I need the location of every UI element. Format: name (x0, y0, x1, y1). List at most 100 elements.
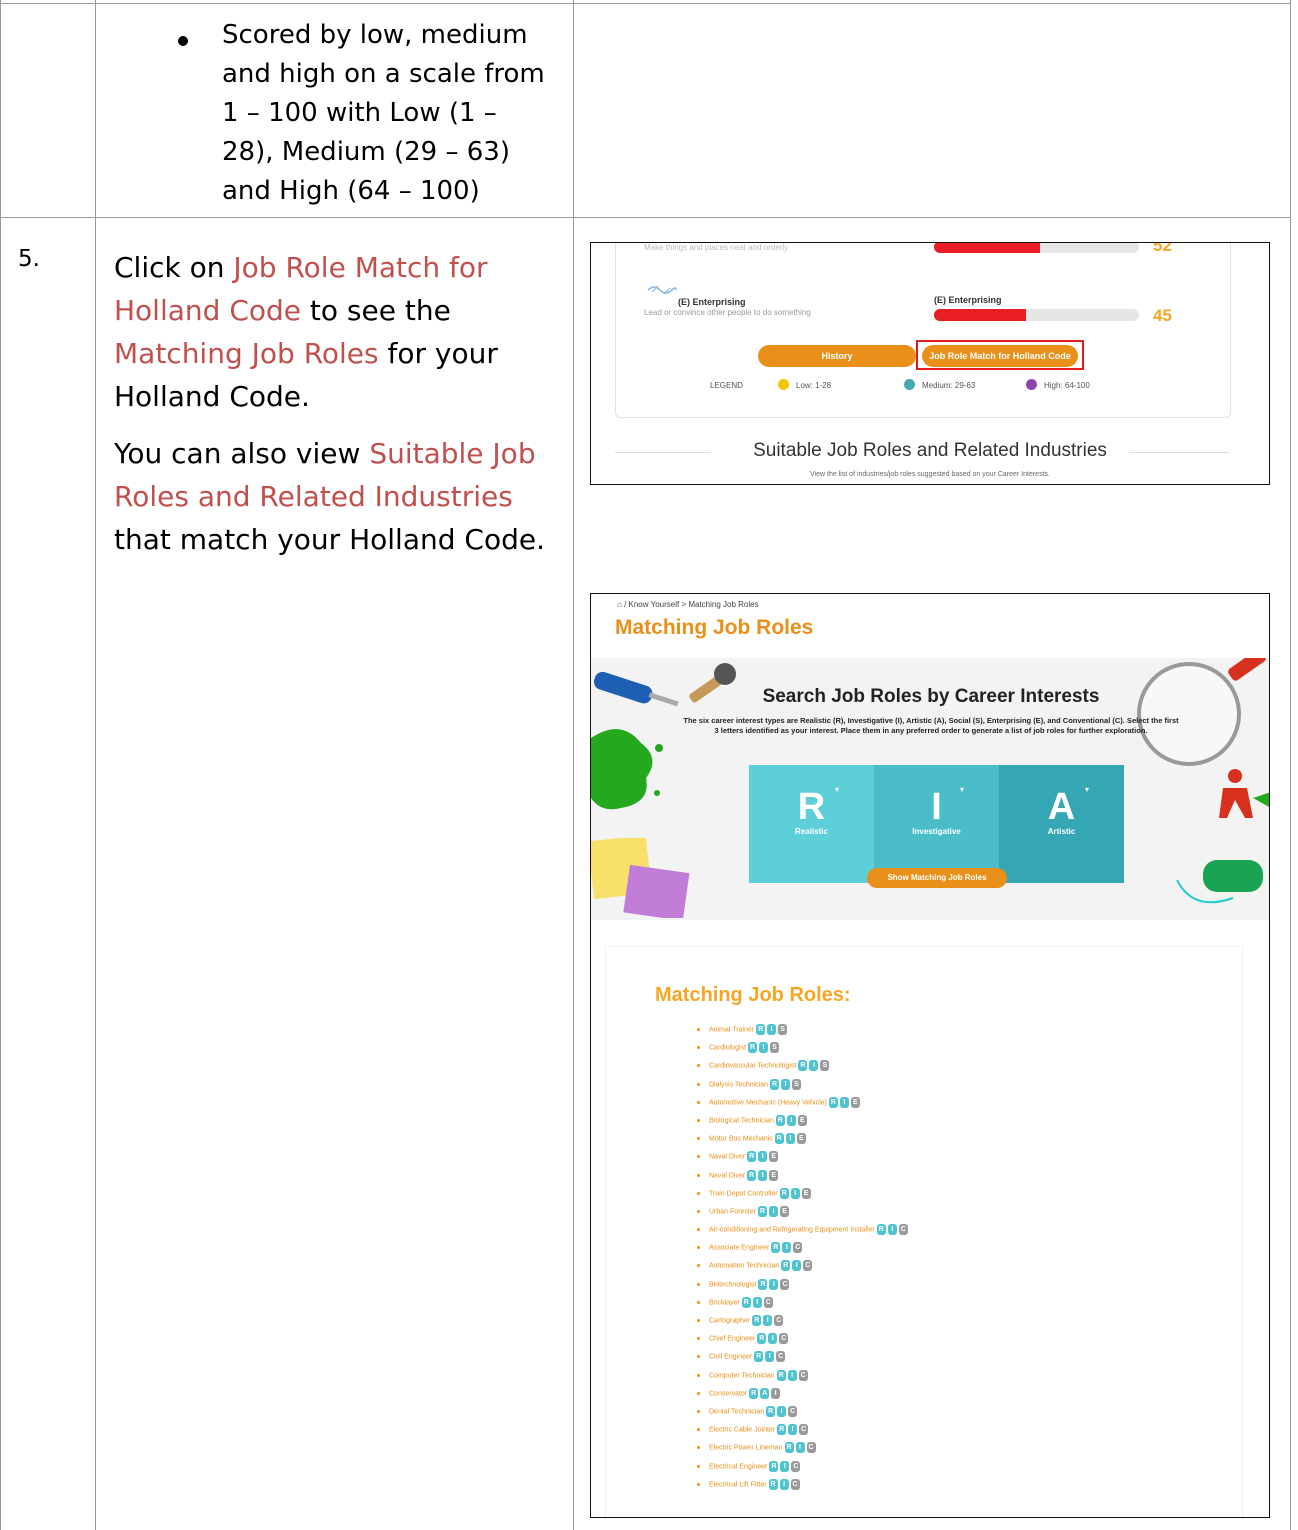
job-name-link[interactable]: Train Depot Controller (709, 1190, 778, 1197)
job-list-item[interactable]: Electric Power Lineman R I C (697, 1442, 908, 1460)
legend-label: LEGEND (710, 381, 743, 390)
job-name-link[interactable]: Electric Power Lineman (709, 1445, 783, 1452)
job-list-item[interactable]: Electric Cable Jointer R I C (697, 1424, 908, 1442)
job-name-link[interactable]: Motor Bus Mechanic (709, 1135, 773, 1142)
job-list-item[interactable]: Naval Diver R I E (697, 1151, 908, 1169)
screenshot-matching-job-roles: ⌂ / Know Yourself > Matching Job Roles M… (590, 593, 1270, 1518)
job-name-link[interactable]: Electrical Lift Fitter (709, 1481, 767, 1488)
holland-code-badge: R (747, 1042, 757, 1054)
legend-low-dot (778, 379, 789, 390)
tile-artistic[interactable]: A ▾ Artistic (999, 765, 1124, 883)
job-list-item[interactable]: Bricklayer R I C (697, 1296, 908, 1315)
table-row-divider (0, 217, 1291, 218)
home-icon[interactable]: ⌂ (617, 600, 622, 609)
job-name-link[interactable]: Automation Technician (709, 1263, 779, 1270)
step-instructions: Click on Job Role Match for Holland Code… (114, 251, 545, 556)
holland-code-badge: R (758, 1205, 768, 1217)
legend-medium: Medium: 29-63 (922, 381, 976, 390)
page-title: Matching Job Roles (615, 616, 814, 639)
job-list-item[interactable]: Chief Engineer R I C (697, 1333, 908, 1351)
holland-code-badge: C (763, 1296, 773, 1308)
holland-code-badge: S (820, 1060, 830, 1072)
holland-code-badge: I (758, 1151, 768, 1163)
job-list-item[interactable]: Computer Technician R I C (697, 1369, 908, 1388)
holland-code-badge: C (793, 1242, 803, 1254)
job-name-link[interactable]: Electric Cable Jointer (709, 1426, 775, 1433)
job-name-link[interactable]: Cartographer (709, 1317, 750, 1324)
job-name-link[interactable]: Animal Trainer (709, 1026, 754, 1033)
job-name-link[interactable]: Urban Forester (709, 1208, 756, 1215)
job-name-link[interactable]: Naval Diver (709, 1154, 745, 1161)
job-name-link[interactable]: Cardiologist (709, 1045, 746, 1052)
job-list-item[interactable]: Urban Forester R I E (697, 1205, 908, 1224)
holland-code-badge: I (779, 1478, 789, 1490)
job-list-item[interactable]: Cardiovascular Technologist R I S (697, 1060, 908, 1078)
job-name-link[interactable]: Electrical Engineer (709, 1463, 767, 1470)
job-list-item[interactable]: Civil Engineer R I C (697, 1351, 908, 1369)
enterprising-desc: Lead or convince other people to do some… (644, 308, 811, 317)
job-role-match-button[interactable]: Job Role Match for Holland Code (922, 345, 1078, 367)
figure-icon (1217, 768, 1269, 833)
job-list-item[interactable]: Electrical Lift Fitter R I C (697, 1478, 908, 1497)
handshake-icon (646, 282, 678, 303)
job-name-link[interactable]: Associate Engineer (709, 1245, 769, 1252)
holland-code-badge: E (850, 1096, 860, 1108)
job-list-item[interactable]: Electrical Engineer R I C (697, 1460, 908, 1479)
job-name-link[interactable]: Bricklayer (709, 1299, 740, 1306)
holland-code-badge: I (768, 1333, 778, 1345)
job-name-link[interactable]: Computer Technician (709, 1372, 775, 1379)
holland-code-badge: I (785, 1133, 795, 1145)
holland-code-badge: I (769, 1278, 779, 1290)
holland-code-badge: I (781, 1078, 791, 1090)
job-list-item[interactable]: Naval Diver R I E (697, 1169, 908, 1188)
results-card: Make things and places neat and orderly … (615, 242, 1231, 418)
job-name-link[interactable]: Dental Technician (709, 1408, 764, 1415)
job-list-item[interactable]: Conservator R A I (697, 1387, 908, 1406)
holland-code-badge: R (784, 1442, 794, 1454)
job-list-item[interactable]: Automotive Mechanic (Heavy Vehicle) R I E (697, 1096, 908, 1115)
holland-code-badge: I (771, 1387, 781, 1399)
history-button[interactable]: History (758, 345, 916, 367)
job-list-item[interactable]: Animal Trainer R I S (697, 1024, 908, 1042)
job-list-item[interactable]: Motor Bus Mechanic R I E (697, 1133, 908, 1151)
show-matching-job-roles-button[interactable]: Show Matching Job Roles (867, 868, 1007, 888)
job-list-item[interactable]: Cartographer R I C (697, 1315, 908, 1333)
job-name-link[interactable]: Biotechnologist (709, 1281, 756, 1288)
job-list-item[interactable]: Air-conditioning and Refrigerating Equip… (697, 1224, 908, 1242)
job-name-link[interactable]: Naval Diver (709, 1172, 745, 1179)
job-list-item[interactable]: Automation Technician R I C (697, 1260, 908, 1278)
holland-code-badge: R (781, 1260, 791, 1272)
job-name-link[interactable]: Air-conditioning and Refrigerating Equip… (709, 1226, 875, 1233)
job-name-link[interactable]: Biological Technician (709, 1117, 774, 1124)
holland-code-badge: I (780, 1460, 790, 1472)
holland-code-badge: C (898, 1224, 908, 1236)
holland-code-badge: R (754, 1351, 764, 1363)
tile-realistic[interactable]: R ▾ Realistic (749, 765, 874, 883)
score-top: 52 (1153, 242, 1172, 255)
holland-code-badge: R (768, 1478, 778, 1490)
holland-code-badge: R (758, 1278, 768, 1290)
tile-investigative[interactable]: I ▾ Investigative (874, 765, 999, 883)
job-name-link[interactable]: Automotive Mechanic (Heavy Vehicle) (709, 1099, 827, 1106)
holland-code-badge: C (788, 1405, 798, 1417)
holland-code-badge: R (777, 1424, 787, 1436)
holland-code-badge: C (806, 1442, 816, 1454)
job-name-link[interactable]: Chief Engineer (709, 1336, 755, 1343)
job-name-link[interactable]: Cardiovascular Technologist (709, 1063, 796, 1070)
job-name-link[interactable]: Civil Engineer (709, 1354, 752, 1361)
job-name-link[interactable]: Conservator (709, 1390, 747, 1397)
job-list-item[interactable]: Biotechnologist R I C (697, 1278, 908, 1297)
holland-code-badge: C (780, 1278, 790, 1290)
table-divider-col1 (95, 0, 96, 1530)
job-list-item[interactable]: Dental Technician R I C (697, 1405, 908, 1424)
hero-description: The six career interest types are Realis… (683, 716, 1179, 735)
holland-code-badge: R (776, 1369, 786, 1381)
enterprising-label: (E) Enterprising (678, 297, 746, 307)
job-list-item[interactable]: Associate Engineer R I C (697, 1242, 908, 1260)
job-list-item[interactable]: Dialysis Technician R I S (697, 1078, 908, 1097)
job-name-link[interactable]: Dialysis Technician (709, 1081, 768, 1088)
job-list-item[interactable]: Cardiologist R I S (697, 1042, 908, 1060)
holland-code-badge: C (798, 1369, 808, 1381)
job-list-item[interactable]: Biological Technician R I E (697, 1114, 908, 1133)
job-list-item[interactable]: Train Depot Controller R I E (697, 1187, 908, 1206)
